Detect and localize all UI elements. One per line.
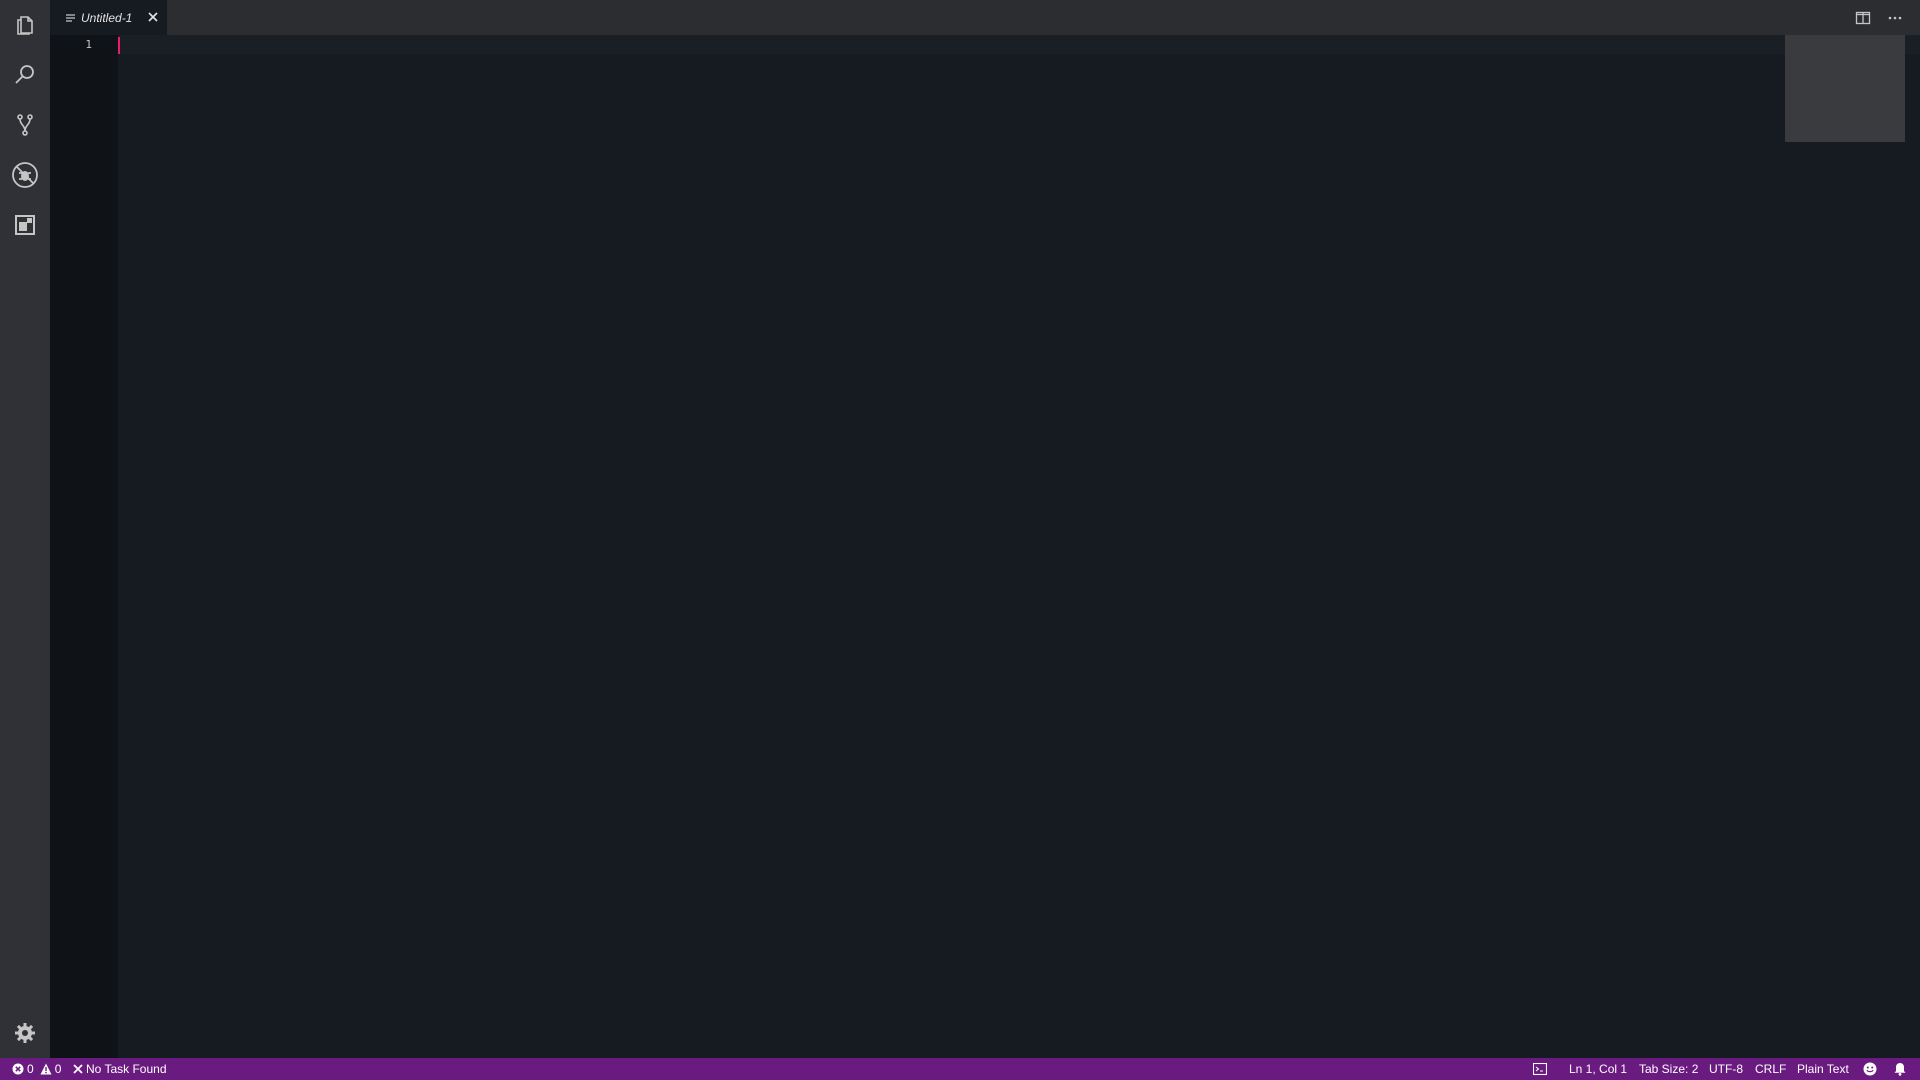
tab-untitled-1[interactable]: Untitled-1 xyxy=(50,0,167,35)
explorer-button[interactable] xyxy=(0,0,50,50)
more-actions-icon[interactable] xyxy=(1887,10,1903,26)
file-lines-icon xyxy=(66,13,76,23)
notifications-button[interactable] xyxy=(1893,1058,1907,1080)
terminal-status[interactable] xyxy=(1533,1058,1547,1080)
search-icon xyxy=(13,63,37,87)
cursor-position[interactable]: Ln 1, Col 1 xyxy=(1569,1058,1627,1080)
line-number-gutter: 1 xyxy=(50,35,118,1058)
search-button[interactable] xyxy=(0,50,50,100)
bell-icon xyxy=(1893,1062,1907,1076)
line-ending[interactable]: CRLF xyxy=(1755,1058,1786,1080)
debug-button[interactable] xyxy=(0,150,50,200)
debug-icon xyxy=(11,161,39,189)
close-icon[interactable] xyxy=(147,11,159,23)
split-editor-icon[interactable] xyxy=(1855,10,1871,26)
task-status[interactable]: No Task Found xyxy=(73,1058,167,1080)
error-count: 0 xyxy=(27,1062,34,1076)
warning-count: 0 xyxy=(54,1062,62,1076)
app-window: Untitled-1 1 0 0 No Task Found Ln 1, Col… xyxy=(0,0,1920,1080)
terminal-icon xyxy=(1533,1063,1547,1075)
close-icon xyxy=(73,1064,83,1074)
source-control-button[interactable] xyxy=(0,100,50,150)
tab-label: Untitled-1 xyxy=(81,10,133,25)
editor[interactable]: 1 xyxy=(50,35,1920,1058)
files-icon xyxy=(13,13,37,37)
tab-size[interactable]: Tab Size: 2 xyxy=(1639,1058,1698,1080)
feedback-button[interactable] xyxy=(1863,1058,1877,1080)
manage-button[interactable] xyxy=(0,1008,50,1058)
text-cursor xyxy=(118,37,120,54)
encoding[interactable]: UTF-8 xyxy=(1709,1058,1743,1080)
gear-icon xyxy=(13,1021,37,1045)
extensions-icon xyxy=(13,213,37,237)
task-status-label: No Task Found xyxy=(86,1062,167,1076)
smiley-icon xyxy=(1863,1062,1877,1076)
error-icon xyxy=(12,1063,24,1075)
activity-bar xyxy=(0,0,50,1058)
minimap-slider[interactable] xyxy=(1785,35,1905,142)
current-line-highlight xyxy=(50,35,1920,54)
tab-bar: Untitled-1 xyxy=(50,0,1920,35)
problems-status[interactable]: 0 0 xyxy=(12,1058,61,1080)
line-number: 1 xyxy=(85,38,92,51)
source-control-icon xyxy=(13,113,37,137)
warning-icon xyxy=(40,1063,52,1075)
status-bar: 0 0 No Task Found Ln 1, Col 1 Tab Size: … xyxy=(0,1058,1920,1080)
extensions-button[interactable] xyxy=(0,200,50,250)
language-mode[interactable]: Plain Text xyxy=(1797,1058,1849,1080)
